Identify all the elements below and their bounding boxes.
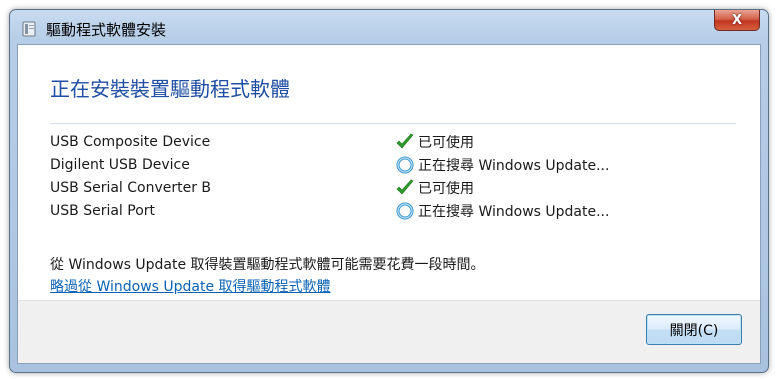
- installer-window: 驅動程式軟體安裝 X 正在安裝裝置驅動程式軟體 USB Composite De…: [9, 9, 769, 373]
- device-status-text: 正在搜尋 Windows Update...: [418, 204, 610, 220]
- close-button[interactable]: 關閉(C): [646, 314, 742, 345]
- page-title: 正在安裝裝置驅動程式軟體: [50, 77, 290, 101]
- device-status-text: 已可使用: [418, 181, 474, 197]
- dialog-footer: 關閉(C): [18, 300, 760, 363]
- device-status-text: 正在搜尋 Windows Update...: [418, 158, 610, 174]
- device-name: USB Serial Converter B: [50, 180, 212, 196]
- window-close-button[interactable]: X: [714, 10, 760, 31]
- list-item: USB Serial Port 正在搜尋 Windows Update...: [50, 200, 736, 223]
- info-text: 從 Windows Update 取得裝置驅動程式軟體可能需要花費一段時間。: [50, 257, 485, 273]
- check-icon: [396, 179, 414, 195]
- device-status: 正在搜尋 Windows Update...: [395, 201, 609, 221]
- list-item: Digilent USB Device 正在搜尋 Windows Update.…: [50, 154, 736, 177]
- divider: [50, 123, 736, 124]
- device-name: USB Composite Device: [50, 134, 211, 150]
- device-status: 正在搜尋 Windows Update...: [395, 155, 609, 175]
- device-list: USB Composite Device 已可使用 Digilent USB D…: [50, 131, 736, 223]
- device-manager-icon: [22, 21, 36, 37]
- list-item: USB Serial Converter B 已可使用: [50, 177, 736, 200]
- dialog-body: 正在安裝裝置驅動程式軟體 USB Composite Device 已可使用 D…: [17, 44, 761, 364]
- check-icon: [396, 133, 414, 149]
- searching-icon: [396, 156, 414, 174]
- device-name: USB Serial Port: [50, 203, 156, 219]
- close-icon: X: [731, 12, 743, 28]
- searching-icon: [396, 202, 414, 220]
- device-status-text: 已可使用: [418, 135, 474, 151]
- window-title: 驅動程式軟體安裝: [46, 21, 167, 39]
- skip-windows-update-link[interactable]: 略過從 Windows Update 取得驅動程式軟體: [50, 276, 331, 296]
- list-item: USB Composite Device 已可使用: [50, 131, 736, 154]
- device-status: 已可使用: [395, 178, 474, 198]
- device-status: 已可使用: [395, 132, 474, 152]
- device-name: Digilent USB Device: [50, 157, 190, 173]
- title-bar[interactable]: 驅動程式軟體安裝 X: [10, 10, 768, 44]
